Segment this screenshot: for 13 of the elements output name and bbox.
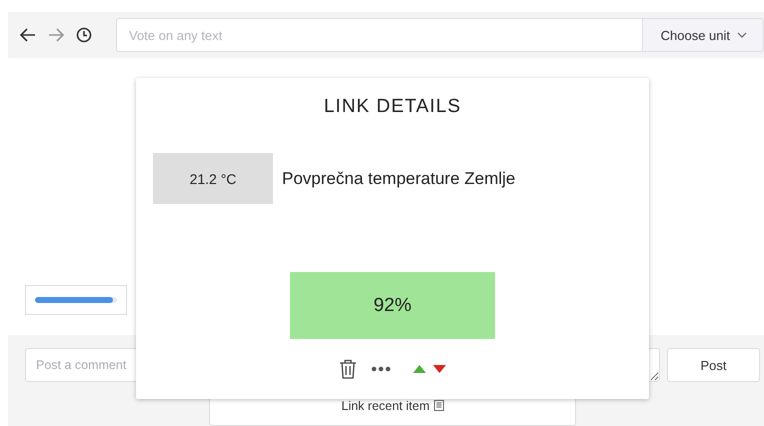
document-icon [434, 400, 444, 411]
link-label: Povprečna temperature Zemlje [282, 168, 516, 188]
downvote-icon[interactable] [433, 365, 446, 373]
value-label: 21.2 °C [153, 153, 273, 204]
dialog-title: LINK DETAILS [324, 96, 462, 118]
search-field[interactable]: Vote on any text [116, 18, 642, 52]
more-icon[interactable] [371, 366, 391, 372]
trash-icon[interactable] [339, 359, 357, 379]
unit-dropdown[interactable]: Choose unit [642, 18, 764, 52]
upvote-icon[interactable] [413, 365, 426, 373]
post-button[interactable]: Post [667, 348, 760, 382]
vote-percentage: 92% [290, 272, 495, 339]
chevron-icon [737, 32, 747, 38]
